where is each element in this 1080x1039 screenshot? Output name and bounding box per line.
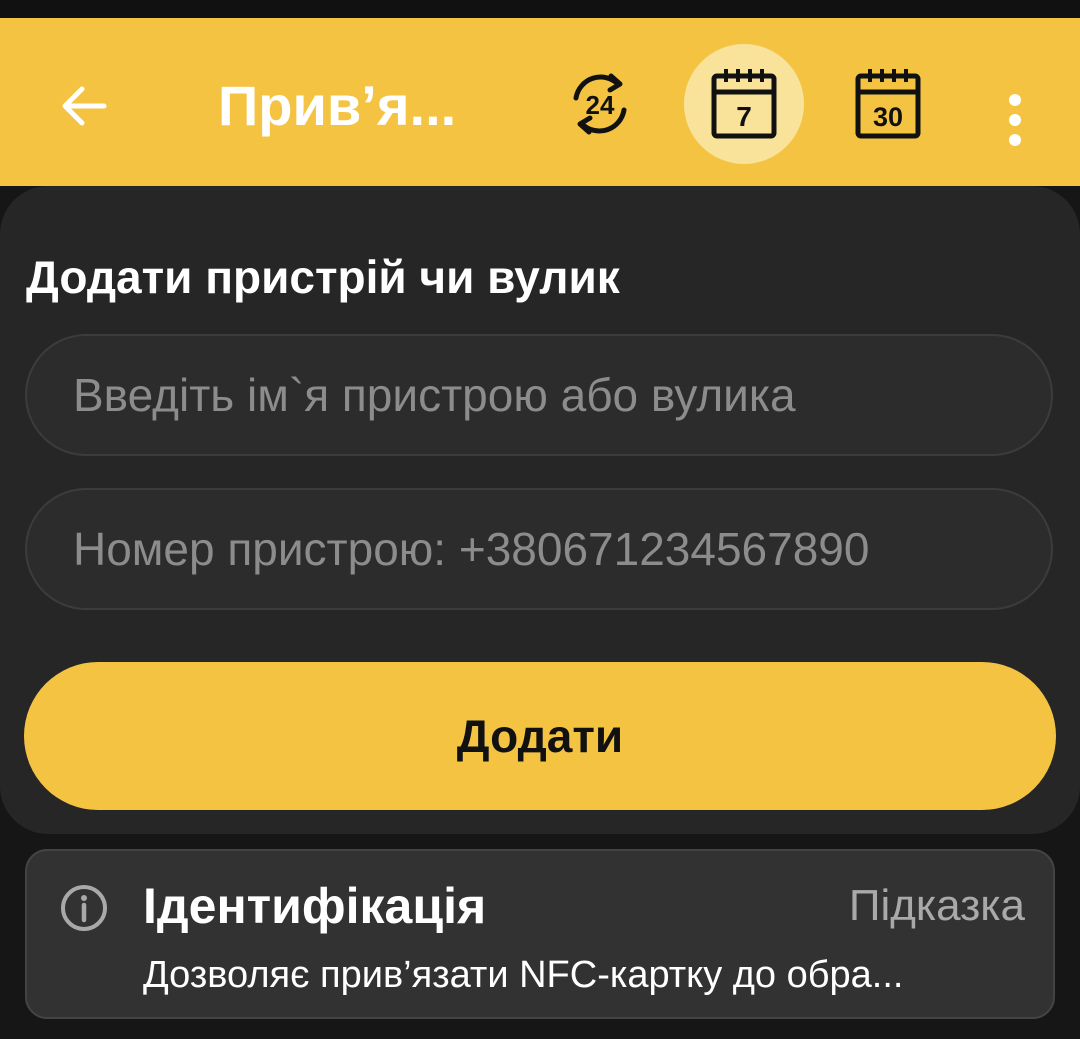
device-name-field[interactable] [25,334,1053,456]
add-device-title: Додати пристрій чи вулик [26,251,620,303]
calendar-7-icon: 7 [711,69,777,139]
hint-description: Дозволяє прив’язати NFC-картку до обра..… [143,954,904,996]
device-number-input[interactable] [73,490,1013,608]
back-button[interactable] [48,70,120,142]
period-7-label: 7 [736,101,752,132]
period-30d-button[interactable]: 30 [828,44,948,164]
refresh-24h-icon: 24 [573,73,627,135]
period-24h-button[interactable]: 24 [540,44,660,164]
period-30-label: 30 [873,102,903,132]
hint-title: Ідентифікація [143,878,487,934]
period-24-label: 24 [586,90,615,120]
page-title: Прив’я... [218,74,457,137]
identification-hint-card[interactable]: Ідентифікація Підказка Дозволяє прив’яза… [25,849,1055,1019]
calendar-30-icon: 30 [855,69,921,139]
period-7d-button[interactable]: 7 [684,44,804,164]
info-icon [61,885,107,931]
status-bar [0,0,1080,18]
hint-link[interactable]: Підказка [849,875,1025,937]
add-button[interactable]: Додати [24,662,1056,810]
arrow-left-icon [62,86,107,126]
overflow-menu-button[interactable] [985,70,1045,170]
more-vertical-icon [1009,94,1021,146]
top-toolbar: Прив’я... 24 7 30 [0,18,1080,186]
device-name-input[interactable] [73,336,1013,454]
app-screen: Прив’я... 24 7 30 Додати пристрій чи вул… [0,0,1080,1039]
device-number-field[interactable] [25,488,1053,610]
